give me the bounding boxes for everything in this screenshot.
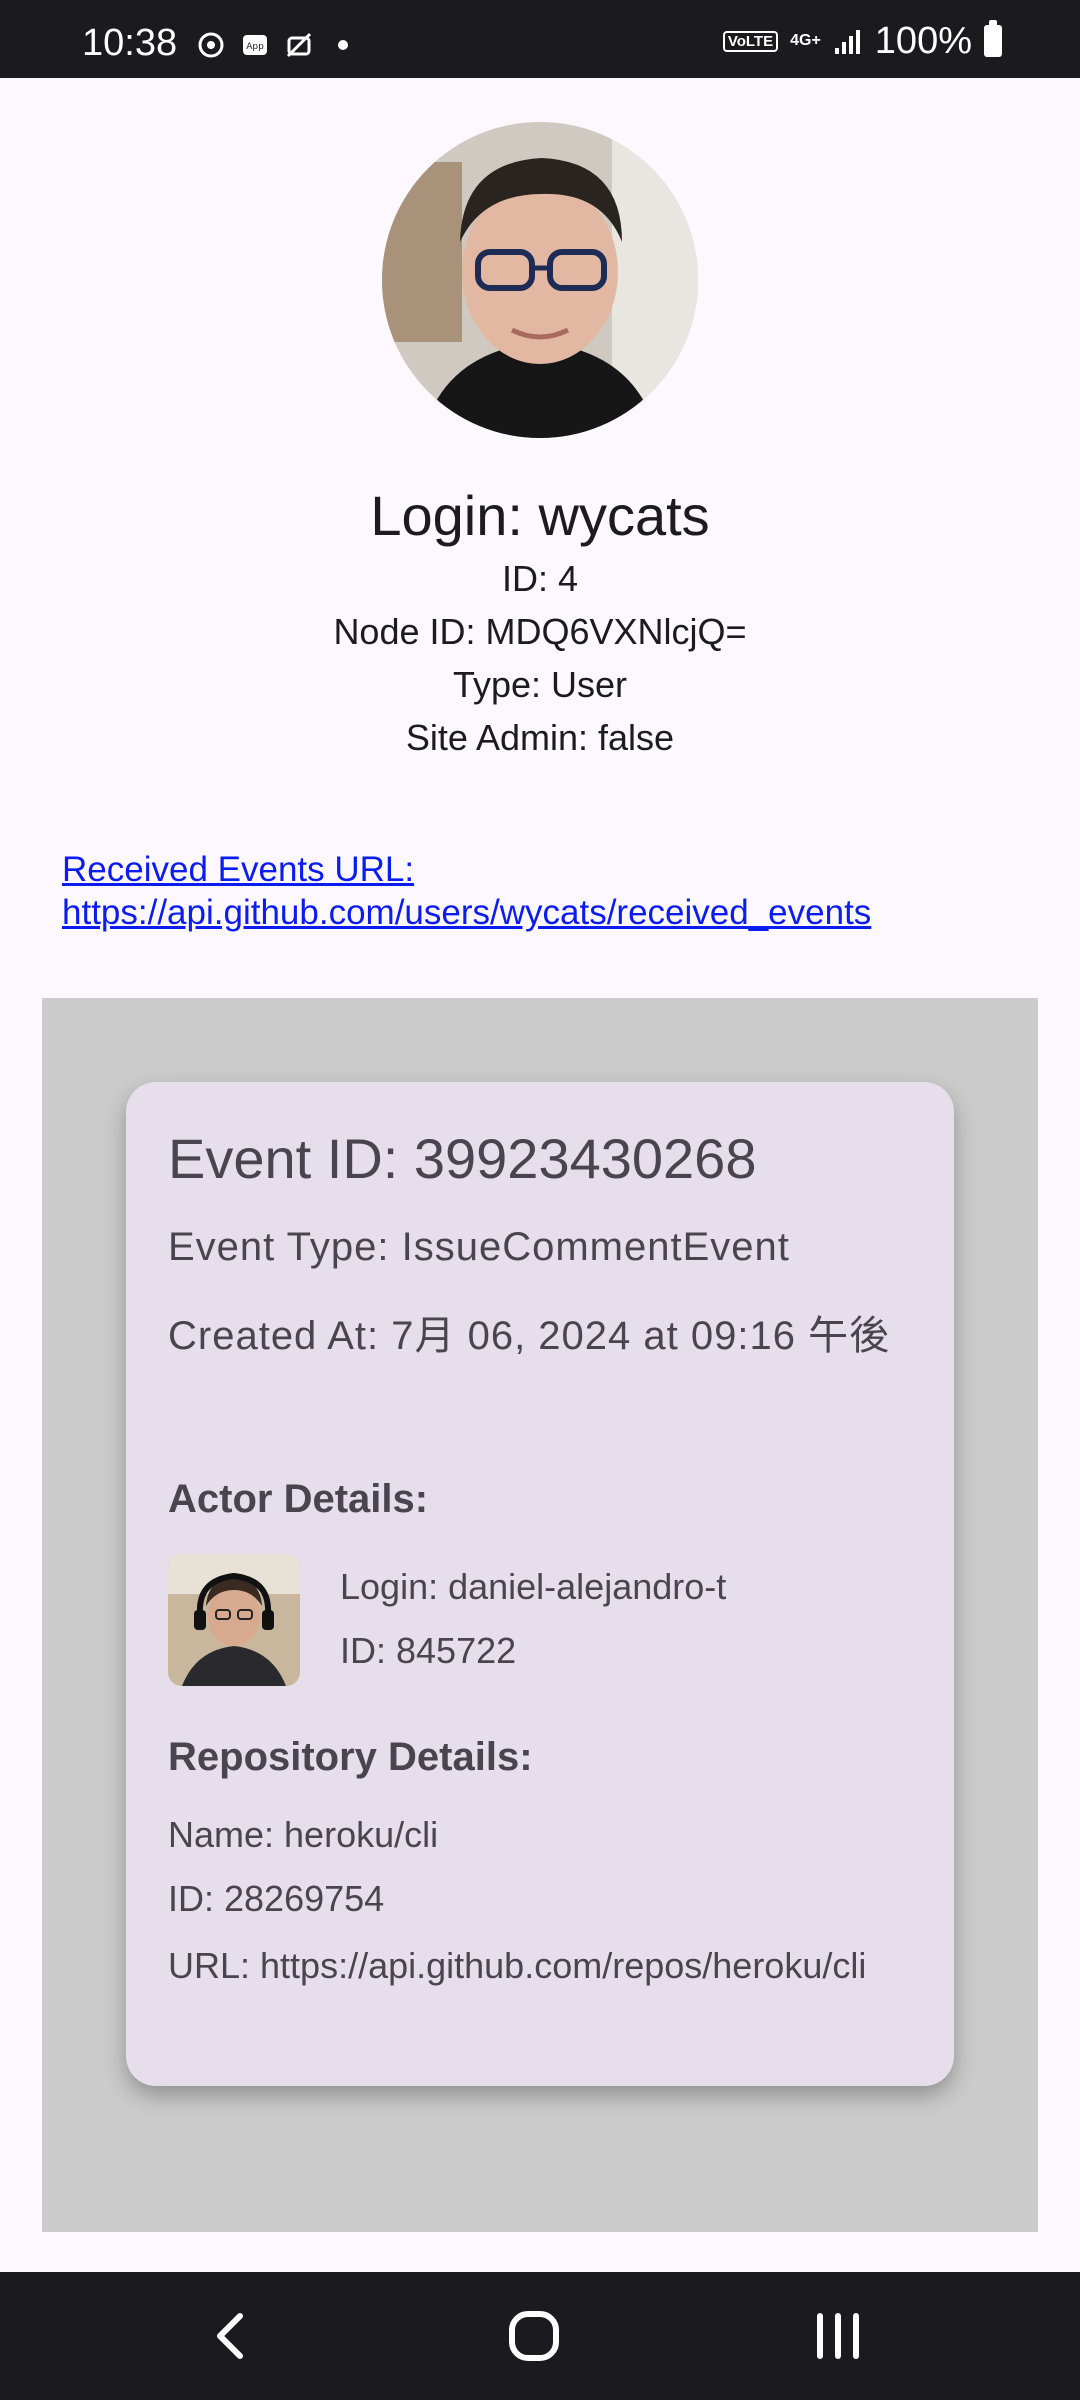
svg-text:App: App: [246, 42, 264, 52]
received-events-link[interactable]: Received Events URL: https://api.github.…: [62, 848, 962, 934]
app-icon: App: [243, 35, 267, 55]
recents-icon[interactable]: [802, 2300, 874, 2372]
user-avatar: [382, 122, 698, 438]
repo-name: Name: heroku/cli: [168, 1814, 439, 1855]
event-type: Event Type: IssueCommentEvent: [168, 1225, 790, 1269]
no-signal-icon: [286, 32, 312, 58]
node-id: Node ID: MDQ6VXNlcjQ=: [333, 611, 747, 652]
navigation-bar: [0, 2272, 1080, 2400]
actor-avatar: [168, 1554, 300, 1686]
actor-photo: [168, 1554, 300, 1686]
actor-login: Login: daniel-alejandro-t: [340, 1566, 727, 1607]
network-type: 4G+: [790, 32, 821, 49]
actor-id: ID: 845722: [340, 1630, 517, 1671]
user-type: Type: User: [452, 664, 628, 705]
site-admin: Site Admin: false: [405, 717, 675, 758]
repo-id: ID: 28269754: [168, 1878, 385, 1919]
signal-strength-icon: [834, 30, 860, 54]
status-bar: 10:38 App VoLTE 4G+ 100%: [0, 0, 1080, 78]
more-notifications-dot: [338, 40, 348, 50]
status-time: 10:38: [82, 22, 178, 64]
battery-icon: [984, 20, 1002, 57]
event-card[interactable]: Event ID: 39923430268 Event Type: IssueC…: [126, 1082, 954, 2086]
repository-details-heading: Repository Details:: [168, 1735, 533, 1779]
created-at: Created At: 7月 06, 2024 at 09:16 午後: [168, 1314, 891, 1358]
login-title: Login: wycats: [370, 484, 710, 547]
notification-icons: App: [196, 30, 348, 60]
chevron-left-icon[interactable]: [196, 2300, 268, 2372]
actor-details-heading: Actor Details:: [168, 1477, 429, 1521]
battery-percent: 100%: [874, 20, 972, 62]
home-icon[interactable]: [498, 2300, 570, 2372]
system-indicators: VoLTE 4G+ 100%: [722, 20, 1002, 62]
user-id: ID: 4: [501, 558, 579, 599]
sync-icon: [198, 32, 224, 58]
repo-url: URL: https://api.github.com/repos/heroku…: [168, 1945, 867, 1986]
avatar-photo: [382, 122, 698, 438]
volte-badge: VoLTE: [722, 30, 779, 52]
event-id: Event ID: 39923430268: [168, 1127, 757, 1190]
